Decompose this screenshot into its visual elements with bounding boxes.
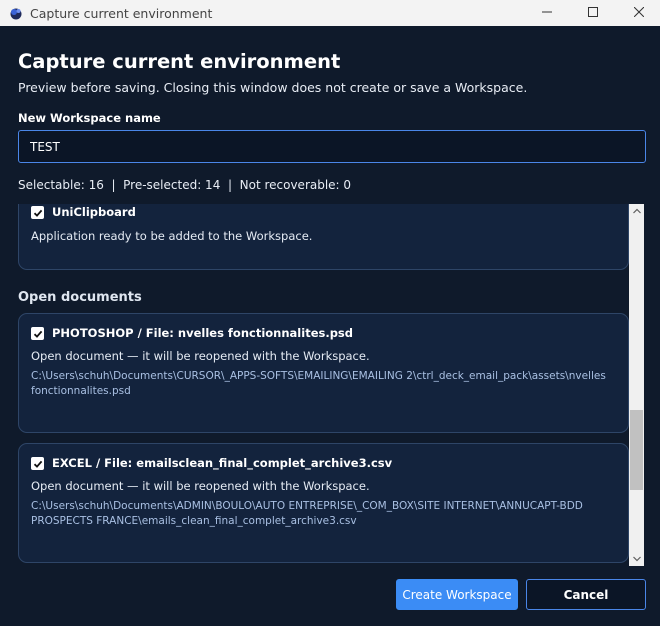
chevron-up-icon [632, 208, 641, 214]
maximize-icon [588, 4, 598, 22]
minimize-icon [542, 4, 552, 22]
maximize-button[interactable] [570, 0, 616, 26]
document-card: EXCEL / File: emailsclean_final_complet_… [18, 443, 629, 563]
document-title: PHOTOSHOP / File: nvelles fonctionnalite… [52, 326, 354, 340]
document-checkbox[interactable] [31, 327, 44, 340]
checkmark-icon [33, 209, 42, 217]
document-checkbox[interactable] [31, 457, 44, 470]
scrollbar-thumb[interactable] [630, 410, 643, 490]
document-description: Open document — it will be reopened with… [31, 349, 370, 363]
scroll-up-button[interactable] [629, 204, 644, 218]
minimize-button[interactable] [524, 0, 570, 26]
document-description: Open document — it will be reopened with… [31, 479, 370, 493]
workspace-name-input[interactable] [18, 130, 646, 163]
application-checkbox[interactable] [31, 206, 44, 219]
create-workspace-button[interactable]: Create Workspace [396, 579, 518, 610]
document-title: EXCEL / File: emailsclean_final_complet_… [52, 456, 393, 470]
selection-stats: Selectable: 16 | Pre-selected: 14 | Not … [18, 178, 352, 192]
application-description: Application ready to be added to the Wor… [31, 229, 313, 243]
workspace-name-label: New Workspace name [18, 111, 161, 125]
checkmark-icon [33, 460, 42, 468]
page-subtitle: Preview before saving. Closing this wind… [18, 80, 528, 95]
dialog-body: Capture current environment Preview befo… [0, 26, 660, 626]
app-logo-icon [9, 6, 23, 20]
close-button[interactable] [616, 0, 660, 26]
application-card: UniClipboard Application ready to be add… [18, 204, 629, 270]
scroll-down-button[interactable] [629, 552, 644, 566]
window-titlebar: Capture current environment [0, 0, 660, 26]
checkmark-icon [33, 330, 42, 338]
close-icon [633, 4, 645, 22]
items-scroll-area[interactable]: UniClipboard Application ready to be add… [18, 204, 646, 566]
cancel-button[interactable]: Cancel [526, 579, 646, 610]
window-title: Capture current environment [30, 6, 213, 21]
application-title: UniClipboard [52, 205, 136, 219]
document-path: C:\Users\schuh\Documents\CURSOR\_APPS-SO… [31, 370, 606, 397]
page-title: Capture current environment [18, 50, 341, 73]
chevron-down-icon [632, 556, 641, 562]
vertical-scrollbar[interactable] [629, 204, 644, 566]
open-documents-heading: Open documents [18, 290, 142, 305]
document-card: PHOTOSHOP / File: nvelles fonctionnalite… [18, 313, 629, 433]
document-path: C:\Users\schuh\Documents\ADMIN\BOULO\AUT… [31, 500, 583, 527]
